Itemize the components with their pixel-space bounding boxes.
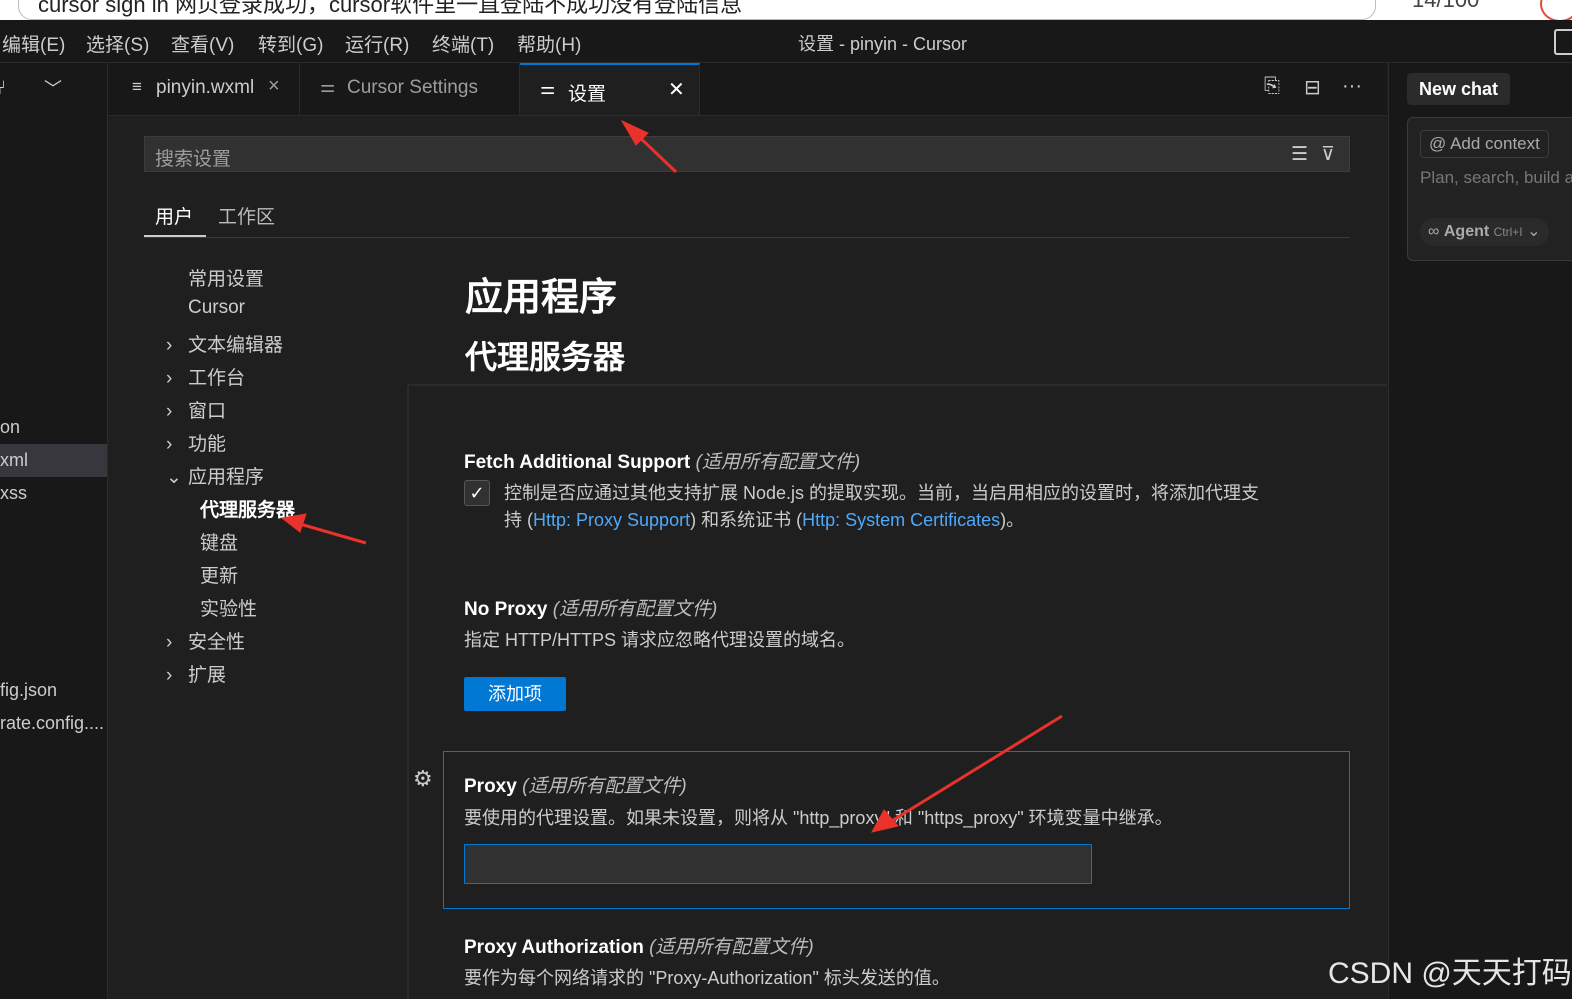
- annotation-arrowhead: [280, 513, 307, 533]
- annotation-arrow-proxy: [889, 714, 1063, 824]
- annotation-arrow-toc: [299, 522, 367, 545]
- annotation-arrowhead: [871, 809, 899, 833]
- annotation-arrows: [280, 119, 1063, 833]
- csdn-watermark: CSDN @天天打码: [1328, 957, 1572, 990]
